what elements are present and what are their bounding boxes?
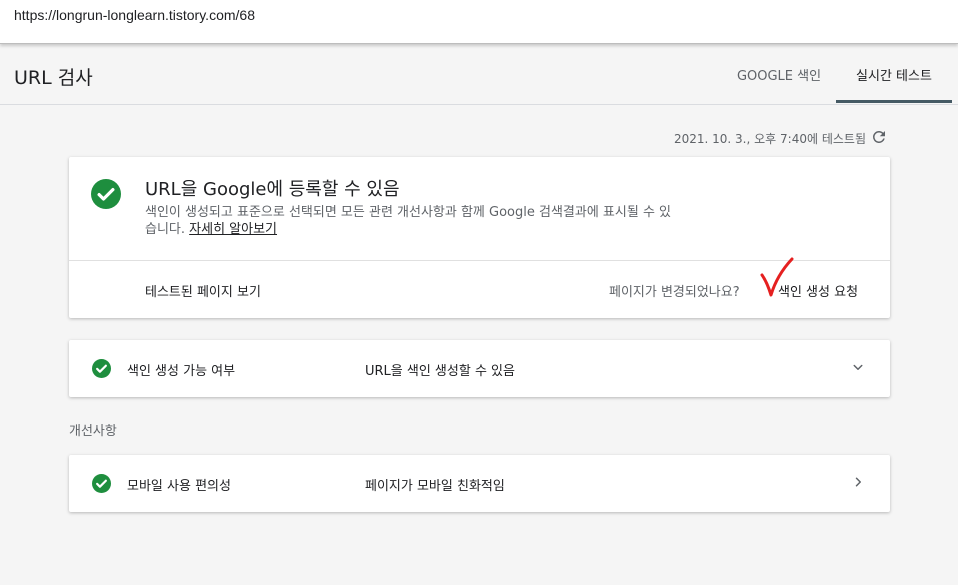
- browser-address-bar[interactable]: https://longrun-longlearn.tistory.com/68: [0, 0, 958, 44]
- page-changed-text: 페이지가 변경되었나요?: [609, 285, 740, 300]
- chevron-down-icon[interactable]: [849, 358, 867, 376]
- active-tab-indicator: [836, 100, 952, 103]
- indexability-value: URL을 색인 생성할 수 있음: [365, 364, 515, 379]
- check-circle-icon: [92, 359, 111, 378]
- tab-google-index[interactable]: GOOGLE 색인: [724, 45, 834, 104]
- check-circle-icon: [91, 179, 121, 209]
- url-text[interactable]: https://longrun-longlearn.tistory.com/68: [14, 7, 255, 23]
- url-status-card: URL을 Google에 등록할 수 있음 색인이 생성되고 표준으로 선택되면…: [69, 157, 890, 318]
- status-description: 색인이 생성되고 표준으로 선택되면 모든 관련 개선사항과 함께 Google…: [145, 204, 675, 238]
- enhancements-section-title: 개선사항: [69, 424, 117, 439]
- red-checkmark-annotation-icon: [760, 257, 794, 297]
- test-timestamp: 2021. 10. 3., 오후 7:40에 테스트됨: [673, 132, 866, 146]
- page-header: URL 검사 GOOGLE 색인 실시간 테스트: [0, 45, 958, 105]
- tab-live-test[interactable]: 실시간 테스트: [836, 45, 952, 104]
- refresh-icon[interactable]: [870, 128, 888, 146]
- mobile-usability-row[interactable]: 모바일 사용 편의성 페이지가 모바일 친화적임: [69, 455, 890, 512]
- indexability-label: 색인 생성 가능 여부: [127, 364, 236, 379]
- check-circle-icon: [92, 474, 111, 493]
- status-title: URL을 Google에 등록할 수 있음: [145, 179, 400, 200]
- mobile-usability-label: 모바일 사용 편의성: [127, 479, 231, 494]
- chevron-right-icon[interactable]: [849, 473, 867, 491]
- mobile-usability-value: 페이지가 모바일 친화적임: [365, 479, 505, 494]
- indexability-row[interactable]: 색인 생성 가능 여부 URL을 색인 생성할 수 있음: [69, 340, 890, 397]
- learn-more-link[interactable]: 자세히 알아보기: [189, 222, 277, 237]
- page-title: URL 검사: [14, 67, 93, 89]
- view-tested-page-button[interactable]: 테스트된 페이지 보기: [145, 281, 261, 300]
